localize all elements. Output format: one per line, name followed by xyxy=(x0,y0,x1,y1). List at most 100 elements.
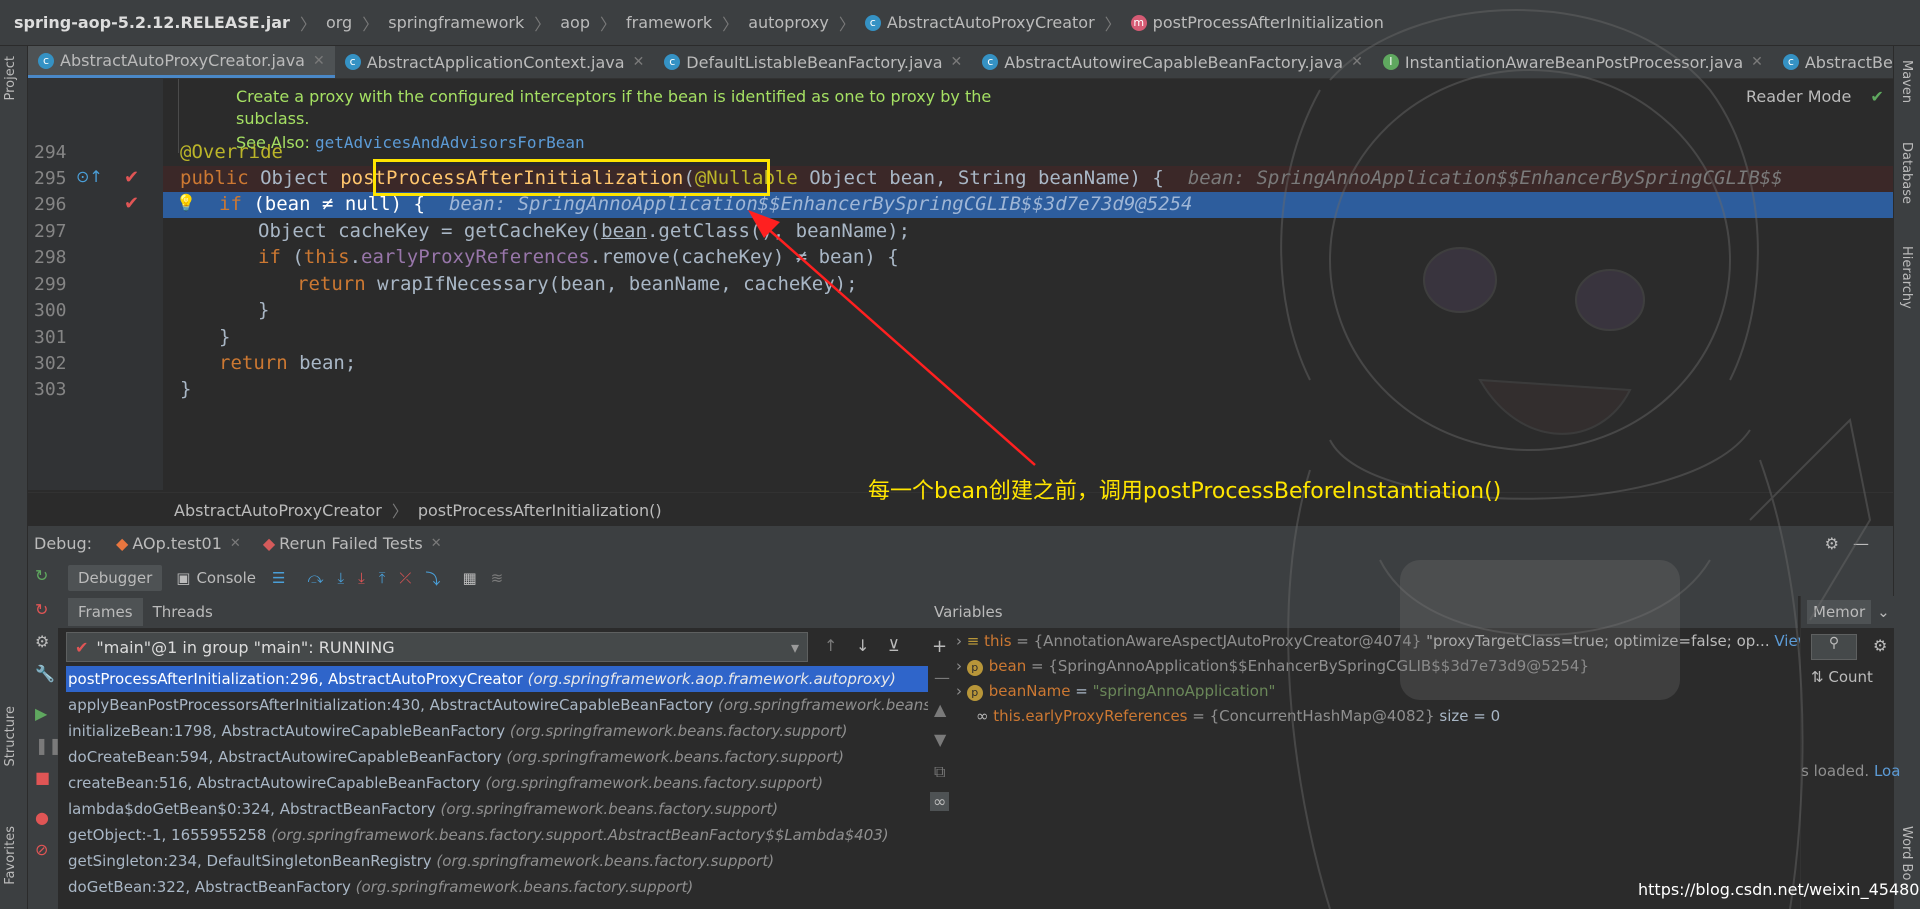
force-step-into-icon[interactable]: ⤓ xyxy=(358,569,365,587)
structure-tool-button[interactable]: Structure xyxy=(3,706,18,766)
console-tab[interactable]: Console xyxy=(196,569,256,587)
frame-row[interactable]: getObject:-1, 1655955258 (org.springfram… xyxy=(68,822,928,848)
down-arrow-icon[interactable]: ↓ xyxy=(856,636,869,655)
run-to-cursor-icon[interactable]: ⤵ xyxy=(425,568,440,589)
drop-frame-icon[interactable]: ⤫ xyxy=(399,569,411,587)
breadcrumb-jar[interactable]: spring-aop-5.2.12.RELEASE.jar xyxy=(14,13,290,32)
tab-instantiation-aware-bean-post-processor[interactable]: I InstantiationAwareBeanPostProcessor.jav… xyxy=(1373,46,1773,78)
filter-icon[interactable]: ⊻ xyxy=(888,636,900,655)
frame-package: (org.springframework.beans.factory.suppo… xyxy=(271,826,889,844)
database-tool-button[interactable]: Database xyxy=(1899,142,1914,204)
step-into-icon[interactable]: ⤓ xyxy=(337,569,344,587)
trace-icon[interactable]: ≋ xyxy=(491,569,504,587)
variable-row[interactable]: › ≡ this = {AnnotationAwareAspectJAutoPr… xyxy=(956,632,1810,650)
breadcrumb-package-part[interactable]: org xyxy=(326,13,352,32)
override-gutter-icon[interactable]: ⊙↑ xyxy=(76,167,103,186)
frame-row[interactable]: doGetBean:322, AbstractBeanFactory (org.… xyxy=(68,874,928,900)
tab-abstract-auto-proxy-creator[interactable]: c AbstractAutoProxyCreator.java ✕ xyxy=(28,46,335,78)
breadcrumb-package-part[interactable]: framework xyxy=(626,13,712,32)
watches-toggle-icon[interactable]: ∞ xyxy=(930,792,950,811)
menu-icon[interactable]: ☰ xyxy=(272,569,285,587)
close-icon[interactable]: ✕ xyxy=(633,54,645,70)
step-out-icon[interactable]: ⤒ xyxy=(379,569,386,587)
tab-abstract-bean-factory[interactable]: c AbstractBeanFactory.jav xyxy=(1773,46,1893,78)
frame-row[interactable]: applyBeanPostProcessorsAfterInitializati… xyxy=(68,692,928,718)
crumb-method[interactable]: postProcessAfterInitialization() xyxy=(418,501,662,520)
count-column[interactable]: ⇅ Count xyxy=(1801,668,1894,686)
memory-tab[interactable]: Memor xyxy=(1807,600,1872,624)
close-icon[interactable]: ✕ xyxy=(313,53,325,69)
step-over-icon[interactable]: ⤼ xyxy=(307,569,323,587)
gear-icon[interactable]: ⚙ xyxy=(1873,636,1887,655)
see-also-link[interactable]: getAdvicesAndAdvisorsForBean xyxy=(315,133,585,152)
crumb-class[interactable]: AbstractAutoProxyCreator xyxy=(174,501,382,520)
breadcrumb-package-part[interactable]: aop xyxy=(560,13,590,32)
close-icon[interactable]: ✕ xyxy=(230,536,241,551)
frame-row[interactable]: getSingleton:234, DefaultSingletonBeanRe… xyxy=(68,848,928,874)
evaluate-icon[interactable]: ▦ xyxy=(462,569,476,587)
close-icon[interactable]: ✕ xyxy=(951,54,963,70)
breakpoint-icon[interactable]: ✔ xyxy=(124,167,139,188)
code-text: } xyxy=(219,326,231,348)
debugger-tab[interactable]: Debugger xyxy=(68,565,163,591)
tab-abstract-autowire-capable-bean-factory[interactable]: c AbstractAutowireCapableBeanFactory.java… xyxy=(972,46,1373,78)
frames-tab[interactable]: Frames xyxy=(68,598,143,626)
frame-row[interactable]: lambda$doGetBean$0:324, AbstractBeanFact… xyxy=(68,796,928,822)
variable-row[interactable]: › p beanName = "springAnnoApplication" xyxy=(956,682,1275,701)
resume-icon[interactable]: ▶ xyxy=(35,704,47,723)
breadcrumb-method[interactable]: postProcessAfterInitialization xyxy=(1153,13,1384,32)
move-up-icon[interactable]: ▲ xyxy=(934,700,946,719)
expand-icon[interactable]: › xyxy=(956,657,962,675)
frame-package: (org.springframework.beans.factory.suppo… xyxy=(355,878,694,896)
mute-breakpoints-icon[interactable]: ⊘ xyxy=(35,840,48,859)
variable-tostring: "proxyTargetClass=true; optimize=false; … xyxy=(1426,632,1770,650)
wordbook-tool-button[interactable]: Word Bo xyxy=(1899,826,1914,880)
remove-watch-icon[interactable]: — xyxy=(934,668,950,687)
copy-icon[interactable]: ⧉ xyxy=(934,762,945,782)
chevron-down-icon[interactable]: ⌄ xyxy=(1877,603,1890,621)
breadcrumb-package-part[interactable]: springframework xyxy=(388,13,524,32)
load-classes-link[interactable]: Loa xyxy=(1874,762,1900,780)
rerun-icon[interactable]: ↻ xyxy=(35,566,48,585)
tab-default-listable-bean-factory[interactable]: c DefaultListableBeanFactory.java ✕ xyxy=(654,46,972,78)
stop-icon[interactable]: ■ xyxy=(35,768,50,787)
breadcrumb-class[interactable]: AbstractAutoProxyCreator xyxy=(887,13,1095,32)
tab-label: AbstractApplicationContext.java xyxy=(366,52,625,72)
threads-tab[interactable]: Threads xyxy=(153,603,213,621)
reader-mode-button[interactable]: Reader Mode ✔ xyxy=(1746,87,1884,106)
project-tool-button[interactable]: Project xyxy=(3,56,18,100)
rerun-failed-icon[interactable]: ↻ xyxy=(35,600,48,619)
up-arrow-icon[interactable]: ↑ xyxy=(824,636,837,655)
variable-row[interactable]: ∞ this.earlyProxyReferences = {Concurren… xyxy=(976,707,1500,725)
add-watch-icon[interactable]: + xyxy=(932,636,947,657)
frame-row[interactable]: postProcessAfterInitialization:296, Abst… xyxy=(66,666,928,692)
frame-row[interactable]: doCreateBean:594, AbstractAutowireCapabl… xyxy=(68,744,928,770)
gear-icon[interactable]: ⚙ xyxy=(1825,534,1839,553)
thread-selector[interactable]: ✔ "main"@1 in group "main": RUNNING ▾ xyxy=(66,632,808,662)
lightbulb-icon[interactable]: 💡 xyxy=(176,193,196,212)
tab-abstract-application-context[interactable]: c AbstractApplicationContext.java ✕ xyxy=(335,46,655,78)
breakpoint-icon[interactable]: ✔ xyxy=(124,193,139,214)
settings-icon[interactable]: ⚙ xyxy=(35,632,49,651)
wrench-icon[interactable]: 🔧 xyxy=(35,664,55,683)
view-breakpoints-icon[interactable]: ● xyxy=(35,808,49,827)
move-down-icon[interactable]: ▼ xyxy=(934,730,946,749)
variable-name: this.earlyProxyReferences xyxy=(993,707,1188,725)
debug-session-tab[interactable]: AOp.test01 xyxy=(132,534,222,553)
code-line-294: @Override xyxy=(180,141,283,163)
minimize-icon[interactable]: — xyxy=(1853,534,1869,553)
favorites-tool-button[interactable]: Favorites xyxy=(3,826,18,885)
maven-tool-button[interactable]: Maven xyxy=(1899,60,1914,103)
rerun-failed-tests-tab[interactable]: Rerun Failed Tests xyxy=(279,534,423,553)
hierarchy-tool-button[interactable]: Hierarchy xyxy=(1899,246,1914,309)
variable-row[interactable]: › p bean = {SpringAnnoApplication$$Enhanc… xyxy=(956,657,1589,676)
close-icon[interactable]: ✕ xyxy=(1751,54,1763,70)
breadcrumb-package-part[interactable]: autoproxy xyxy=(748,13,829,32)
close-icon[interactable]: ✕ xyxy=(431,536,442,551)
frame-row[interactable]: createBean:516, AbstractAutowireCapableB… xyxy=(68,770,928,796)
frame-row[interactable]: initializeBean:1798, AbstractAutowireCap… xyxy=(68,718,928,744)
expand-icon[interactable]: › xyxy=(956,632,962,650)
expand-icon[interactable]: › xyxy=(956,682,962,700)
close-icon[interactable]: ✕ xyxy=(1351,54,1363,70)
memory-search-input[interactable]: ⚲ xyxy=(1811,634,1857,660)
